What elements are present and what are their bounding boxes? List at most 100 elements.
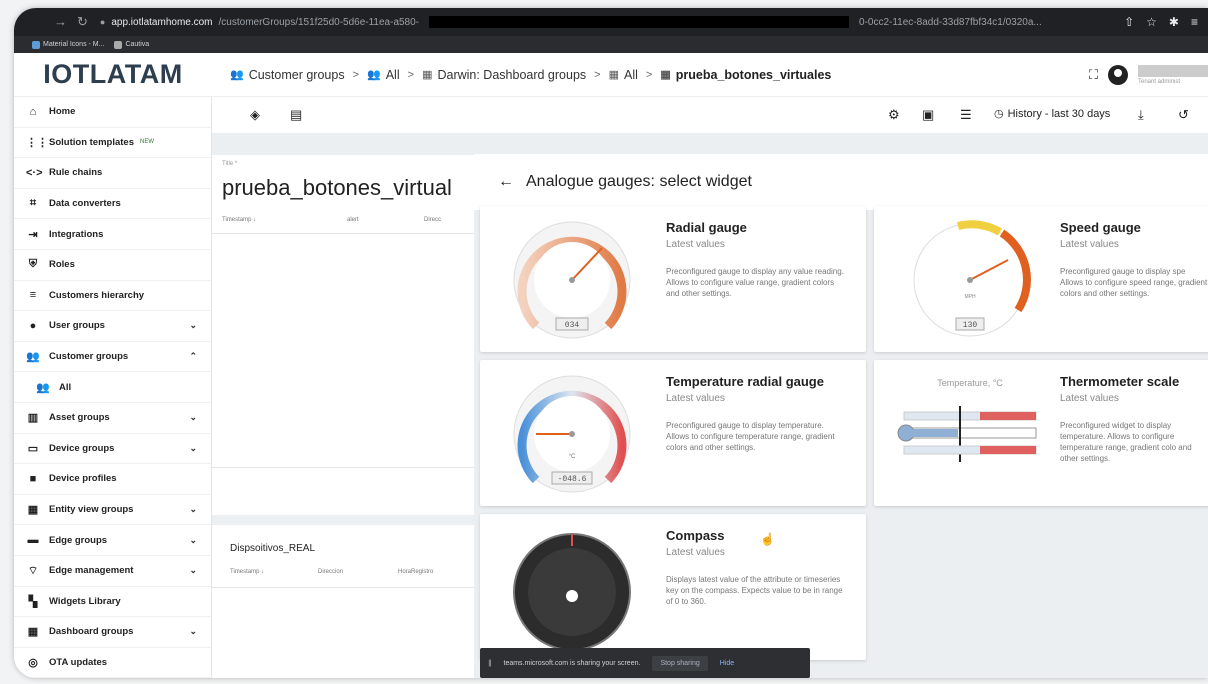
breadcrumb-customer-groups[interactable]: 👥 Customer groups — [230, 68, 345, 82]
sidebar-item-asset-groups[interactable]: ▥ Asset groups ⌄ — [14, 403, 211, 434]
widget-title: prueba_botones_virtual — [222, 175, 452, 200]
sidebar-item-dashboard-groups[interactable]: ▦ Dashboard groups ⌄ — [14, 617, 211, 648]
sidebar-item-home[interactable]: ⌂ Home — [14, 97, 211, 128]
mouse-cursor-icon: ☝ — [760, 532, 775, 546]
table-icon[interactable]: ▤ — [290, 107, 302, 123]
column-direccion[interactable]: Direcc — [424, 217, 441, 223]
sidebar-item-solution-templates[interactable]: ⋮⋮ Solution templates NEW — [14, 128, 211, 159]
address-bar[interactable]: ● app.iotlatamhome.com/customerGroups/15… — [100, 16, 1124, 28]
widget-card-title: Temperature radial gauge — [666, 374, 824, 389]
app-logo[interactable]: IOTLATAM — [14, 59, 212, 90]
table-header: Timestamp ↓ Direccion HoraRegistro — [230, 569, 433, 575]
widget-title: Dispsoitivos_REAL — [230, 543, 316, 554]
widget-card-title: Thermometer scale — [1060, 374, 1180, 389]
widget-card-compass[interactable]: Compass Latest values Displays latest va… — [480, 514, 866, 660]
reading-list-icon[interactable]: ≡ — [1191, 15, 1198, 29]
widget-card-radial-gauge[interactable]: 034 Radial gauge Latest values Preconfig… — [480, 206, 866, 352]
layers-icon[interactable]: ◈ — [250, 107, 260, 123]
sidebar-item-data-converters[interactable]: ⌗ Data converters — [14, 189, 211, 220]
code-icon: <·> — [26, 166, 43, 179]
redacted-user-name — [1138, 65, 1208, 77]
breadcrumb-dashboard-groups[interactable]: ▦ Darwin: Dashboard groups — [422, 68, 586, 82]
extensions-icon[interactable]: ✱ — [1169, 15, 1179, 29]
toast-message: teams.microsoft.com is sharing your scre… — [503, 659, 641, 667]
breadcrumb: 👥 Customer groups > 👥 All > ▦ Darwin: Dashb… — [212, 68, 831, 82]
url-host: app.iotlatamhome.com — [111, 16, 213, 28]
widget-card-description: Displays latest value of the attribute o… — [666, 575, 843, 606]
widget-alert-table: Title * prueba_botones_virtual Timestamp… — [212, 155, 474, 515]
radial-gauge-readout: 034 — [565, 321, 580, 330]
dashboard-icon: ▦ — [608, 69, 620, 81]
sidebar-item-customers-hierarchy[interactable]: ≡ Customers hierarchy — [14, 281, 211, 312]
breadcrumb-all-dashboards[interactable]: ▦ All — [609, 68, 638, 82]
sidebar-item-device-groups[interactable]: ▭ Device groups ⌄ — [14, 434, 211, 465]
shield-icon: ⛨ — [28, 258, 38, 271]
widget-card-speed-gauge[interactable]: MPH 130 Speed gauge Latest values Precon… — [874, 206, 1208, 352]
widget-card-title: Radial gauge — [666, 220, 747, 235]
chevron-down-icon: ⌄ — [189, 626, 197, 637]
chevron-down-icon: ⌄ — [189, 320, 197, 331]
bookmark-material-icons[interactable]: Material Icons - M... — [32, 40, 104, 49]
sidebar-item-rule-chains[interactable]: <·> Rule chains — [14, 158, 211, 189]
avatar[interactable] — [1108, 65, 1128, 85]
column-hora-registro[interactable]: HoraRegistro — [398, 569, 433, 575]
breadcrumb-all[interactable]: 👥 All — [367, 68, 400, 82]
thermometer-scale-preview: Temperature, °C — [897, 378, 1037, 462]
back-arrow-icon[interactable]: ← — [498, 173, 514, 191]
dashboard-icon: ▦ — [660, 69, 671, 81]
sidebar-item-edge-groups[interactable]: ▬ Edge groups ⌄ — [14, 525, 211, 556]
chevron-down-icon: ⌄ — [189, 565, 197, 576]
fullscreen-icon[interactable]: ⛶ — [1089, 67, 1098, 83]
column-direccion[interactable]: Direccion — [318, 569, 398, 575]
forward-icon[interactable]: → — [54, 14, 67, 30]
sidebar-item-entity-view-groups[interactable]: ▦ Entity view groups ⌄ — [14, 495, 211, 526]
devices-icon: ▭ — [27, 442, 39, 455]
widget-card-description: Preconfigured gauge to display any value… — [666, 267, 844, 298]
sidebar-item-widgets-library[interactable]: ▚ Widgets Library — [14, 587, 211, 618]
sidebar-item-integrations[interactable]: ⇥ Integrations — [14, 219, 211, 250]
sidebar-item-roles[interactable]: ⛨ Roles — [14, 250, 211, 281]
people-icon: 👥 — [230, 69, 244, 81]
sidebar: ⌂ Home ⋮⋮ Solution templates NEW <·> Rule ch… — [14, 97, 212, 678]
filter-icon[interactable]: ☰ — [960, 107, 972, 123]
download-icon[interactable]: ⤓ — [1138, 107, 1144, 123]
devices-icon[interactable]: ▣ — [922, 107, 934, 123]
bookmark-cautiva[interactable]: Cautiva — [114, 40, 149, 49]
widget-card-thermometer-scale[interactable]: Temperature, °C Thermometer scale Latest… — [874, 360, 1208, 506]
view-icon: ▦ — [27, 504, 39, 517]
widget-card-subtitle: Latest values — [1060, 393, 1119, 404]
router-icon: ▬ — [27, 534, 39, 547]
sidebar-item-ota-updates[interactable]: ◎ OTA updates — [14, 648, 211, 678]
temperature-gauge-readout: -048.6 — [558, 475, 587, 484]
stop-sharing-button[interactable]: Stop sharing — [652, 655, 708, 671]
account-icon: ● — [29, 319, 37, 332]
user-info[interactable]: Tenant administ — [1138, 65, 1208, 85]
column-timestamp[interactable]: Timestamp ↓ — [230, 569, 318, 575]
column-alert[interactable]: alert — [347, 217, 424, 223]
history-button[interactable]: ◷ History - last 30 days — [994, 107, 1110, 121]
sidebar-item-device-profiles[interactable]: ■ Device profiles — [14, 464, 211, 495]
clock-icon: ◷ — [994, 108, 1004, 120]
new-badge: NEW — [139, 139, 154, 146]
star-icon[interactable]: ☆ — [1146, 15, 1157, 29]
header-actions: ⛶ Tenant administ — [1089, 53, 1208, 97]
restore-icon[interactable]: ↺ — [1178, 107, 1189, 123]
profile-icon: ■ — [29, 472, 37, 485]
sidebar-item-edge-management[interactable]: ⌔ Edge management ⌄ — [14, 556, 211, 587]
column-timestamp[interactable]: Timestamp ↓ — [222, 217, 347, 223]
antenna-icon: ⌔ — [27, 564, 39, 577]
sidebar-item-user-groups[interactable]: ● User groups ⌄ — [14, 311, 211, 342]
share-icon[interactable]: ⇧ — [1124, 15, 1134, 29]
sidebar-item-customer-groups-all[interactable]: 👥 All — [14, 372, 211, 403]
url-path: /customerGroups/151f25d0-5d6e-11ea-a580- — [218, 16, 420, 28]
compass-preview — [513, 533, 631, 651]
browser-nav: → ↻ — [14, 14, 88, 30]
sidebar-item-customer-groups[interactable]: 👥 Customer groups ⌃ — [14, 342, 211, 373]
hide-button[interactable]: Hide — [720, 660, 734, 667]
gear-icon[interactable]: ⚙ — [888, 107, 900, 123]
domain-icon: ▥ — [27, 412, 39, 425]
temperature-gauge-unit: °C — [569, 454, 576, 460]
widget-card-temperature-radial-gauge[interactable]: °C -048.6 Temperature radial gauge Lates… — [480, 360, 866, 506]
reload-icon[interactable]: ↻ — [77, 14, 88, 30]
input-icon: ⇥ — [28, 228, 38, 241]
